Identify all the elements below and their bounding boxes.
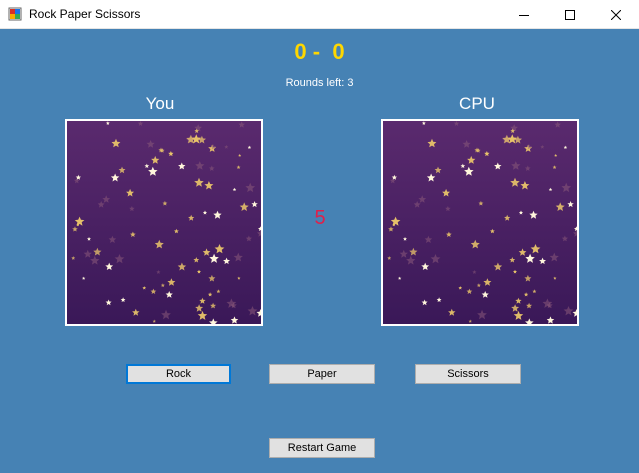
rock-button[interactable]: Rock [126,364,231,384]
player-label: You [145,94,175,113]
score-display: 0 - 0 [294,39,345,64]
countdown-timer: 5 [314,207,326,229]
close-button[interactable] [593,0,639,29]
restart-game-button[interactable]: Restart Game [269,438,375,458]
maximize-icon [565,9,575,20]
cpu-label: CPU [459,94,495,113]
close-icon [611,9,621,20]
rounds-left-label: Rounds left: 3 [285,77,354,89]
starry-background-image [67,121,261,324]
window-title: Rock Paper Scissors [29,7,141,21]
game-area: 0 - 0 Rounds left: 3 You CPU 5 Rock Pape… [0,29,639,473]
minimize-button[interactable] [501,0,547,29]
scissors-button[interactable]: Scissors [415,364,521,384]
paper-button[interactable]: Paper [269,364,375,384]
maximize-button[interactable] [547,0,593,29]
minimize-icon [519,14,529,16]
app-icon [8,7,22,21]
title-bar[interactable]: Rock Paper Scissors [0,0,639,29]
player-choice-image [65,119,263,326]
cpu-choice-image [381,119,579,326]
starry-background-image [383,121,577,324]
